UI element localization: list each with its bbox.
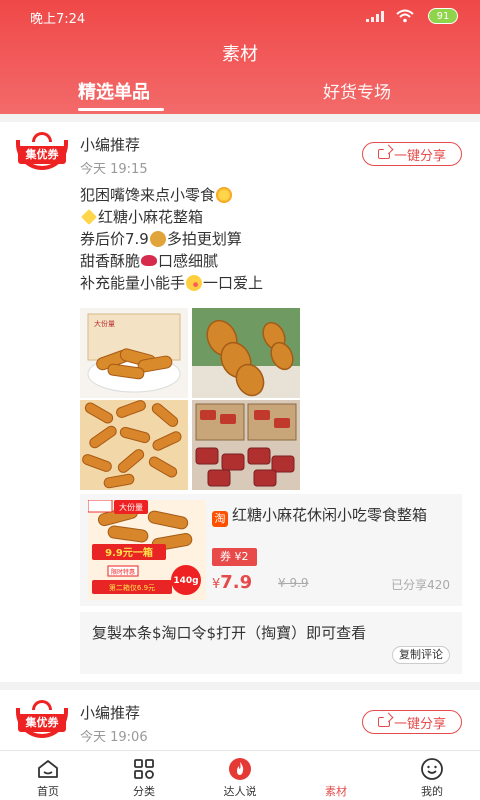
tab-good-deals[interactable]: 好货专场	[323, 78, 391, 103]
nav-profile[interactable]: 我的	[384, 751, 480, 800]
coupon-badge: 券 ¥2	[212, 548, 257, 566]
post-author: 小编推荐	[80, 704, 141, 722]
header: 晚上7:24 91 素材 精选单品 好货专场	[0, 0, 480, 114]
kiss-face-icon	[186, 275, 203, 291]
signal-icon	[366, 11, 384, 22]
active-tab-indicator	[78, 108, 164, 111]
product-thumbnail: 大份量 9.9元一箱 限时特惠 第二箱仅6.9元 140g	[88, 500, 206, 600]
post-line: 红糖小麻花整箱	[80, 206, 263, 228]
tab-featured-items[interactable]: 精选单品	[78, 78, 150, 104]
post-text: 犯困嘴馋来点小零食 红糖小麻花整箱 券后价7.9 多拍更划算 甜香酥脆 口感细腻 补…	[80, 184, 263, 294]
post-line: 甜香酥脆 口感细腻	[80, 252, 219, 270]
original-price: ¥ 9.9	[278, 576, 309, 590]
packaged-snacks-photo	[192, 400, 300, 490]
share-button[interactable]: 一键分享	[362, 142, 462, 166]
tab-bar: 精选单品 好货专场	[0, 72, 480, 114]
battery-icon: 91	[428, 8, 458, 24]
avatar: 集优券	[16, 700, 68, 744]
product-image: 大份量 9.9元一箱 限时特惠 第二箱仅6.9元 140g	[88, 500, 206, 600]
fire-icon	[229, 758, 251, 780]
product-price: ¥7.9	[212, 572, 252, 593]
party-popper-icon	[216, 187, 233, 203]
wifi-icon	[396, 9, 414, 23]
shared-count: 已分享420	[391, 578, 450, 592]
taobao-icon: 淘	[212, 511, 228, 527]
nav-material[interactable]: 素材	[288, 751, 384, 800]
twist-pile-photo	[80, 400, 188, 490]
logo-text: 集优券	[18, 714, 66, 732]
share-icon	[377, 149, 390, 159]
nav-category[interactable]: 分类	[96, 751, 192, 800]
share-label: 一键分享	[393, 148, 446, 164]
post-photo[interactable]	[192, 308, 300, 398]
home-icon	[38, 760, 58, 778]
nav-label: 素材	[325, 785, 347, 798]
image-corner-tag: 大份量	[119, 502, 143, 512]
copy-comment-button[interactable]: 复制评论	[392, 646, 450, 664]
nav-label: 达人说	[223, 785, 257, 798]
share-icon	[377, 717, 390, 727]
money-bag-icon	[149, 231, 166, 247]
taobao-code-text: 复製本条$淘口令$打开（掏寶）即可查看	[92, 624, 367, 642]
logo-text: 集优券	[18, 146, 66, 164]
post-line: 犯困嘴馋来点小零食	[80, 184, 263, 206]
status-bar: 晚上7:24 91	[0, 0, 480, 32]
copy-comment-box: 复製本条$淘口令$打开（掏寶）即可查看 复制评论	[80, 612, 462, 674]
image-price-banner: 9.9元一箱	[105, 546, 153, 559]
page-title: 素材	[222, 44, 258, 65]
product-title: 红糖小麻花休闲小吃零食整箱	[232, 506, 428, 524]
nav-label: 我的	[421, 785, 443, 798]
post-card: 集优券 小编推荐 今天 19:15 一键分享 犯困嘴馋来点小零食 红糖小麻花整箱…	[0, 122, 480, 682]
image-promo-line2: 第二箱仅6.9元	[109, 583, 155, 592]
sparkles-icon	[81, 209, 97, 225]
avatar: 集优券	[16, 132, 68, 176]
post-author: 小编推荐	[80, 136, 141, 154]
twist-closeup-photo	[192, 308, 300, 398]
post-photo[interactable]	[80, 400, 188, 490]
nav-expert-talk[interactable]: 达人说	[192, 751, 288, 800]
nav-label: 首页	[37, 785, 59, 798]
post-line: 券后价7.9 多拍更划算	[80, 230, 242, 248]
post-photo[interactable]: 大份量	[80, 308, 188, 398]
price-value: 7.9	[220, 572, 253, 593]
image-weight-badge: 140g	[173, 576, 198, 586]
product-card[interactable]: 大份量 9.9元一箱 限时特惠 第二箱仅6.9元 140g 淘红糖小麻花休闲小吃…	[80, 494, 462, 606]
profile-icon	[421, 758, 443, 780]
post-card: 集优券 小编推荐 今天 19:06 一键分享	[0, 690, 480, 750]
status-time: 晚上7:24	[30, 12, 86, 27]
image-promo-line1: 限时特惠	[111, 568, 135, 576]
product-box-photo: 大份量	[87, 313, 181, 393]
svg-text:大份量: 大份量	[94, 319, 115, 328]
product-title-block: 淘红糖小麻花休闲小吃零食整箱	[212, 504, 452, 527]
lips-icon	[141, 255, 158, 266]
nav-home[interactable]: 首页	[0, 751, 96, 800]
post-photo[interactable]	[192, 400, 300, 490]
nav-label: 分类	[133, 785, 155, 798]
post-time: 今天 19:06	[80, 730, 148, 745]
category-icon	[134, 759, 154, 779]
bottom-nav: 首页 分类 达人说 素材 我的	[0, 750, 480, 800]
share-label: 一键分享	[393, 716, 446, 732]
post-line: 补充能量小能手 一口爱上	[80, 274, 264, 292]
post-time: 今天 19:15	[80, 162, 148, 177]
share-button[interactable]: 一键分享	[362, 710, 462, 734]
